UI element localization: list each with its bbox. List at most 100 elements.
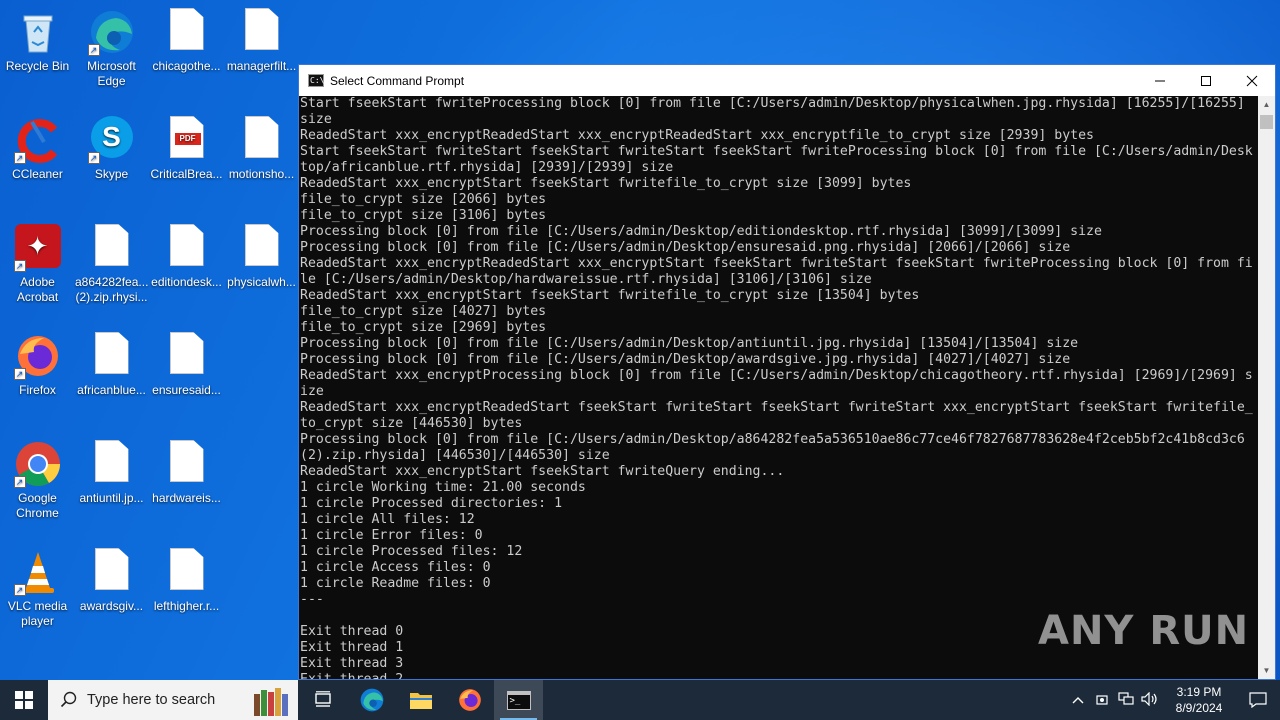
desktop-icon-a864282fea-zip[interactable]: a864282fea... (2).zip.rhysi...	[74, 218, 149, 305]
file-icon	[238, 8, 286, 56]
network-icon[interactable]	[1114, 691, 1138, 709]
watermark-text: ANY RUN	[1038, 608, 1250, 654]
console-line: Processing block [0] from file [C:/Users…	[300, 432, 1245, 447]
taskbar-clock[interactable]: 3:19 PM 8/9/2024	[1162, 684, 1236, 716]
cmd-icon: >_	[506, 690, 531, 710]
console-line: size	[300, 112, 332, 127]
desktop-icon-chicagotheory[interactable]: chicagothe...	[149, 2, 224, 74]
task-view-button[interactable]	[298, 680, 347, 720]
security-tray-icon[interactable]	[1090, 692, 1114, 709]
window-titlebar[interactable]: C:\ Select Command Prompt	[299, 65, 1275, 96]
minimize-button[interactable]	[1137, 65, 1183, 96]
file-icon	[163, 224, 211, 272]
desktop-icon-label: chicagothe...	[152, 59, 221, 73]
desktop-icon-lefthigher[interactable]: lefthigher.r...	[149, 542, 224, 614]
file-icon	[88, 440, 136, 488]
close-icon	[1246, 75, 1258, 86]
maximize-icon	[1201, 75, 1211, 86]
desktop-icon-managerfilter[interactable]: managerfilt...	[224, 2, 299, 74]
desktop-icon-adobe-acrobat[interactable]: ✦ ↗ Adobe Acrobat	[0, 218, 75, 305]
adobe-acrobat-icon: ✦ ↗	[13, 224, 62, 272]
console-line: 1 circle Readme files: 0	[300, 576, 491, 591]
desktop-icon-physicalwhen[interactable]: physicalwh...	[224, 218, 299, 290]
window-title: Select Command Prompt	[330, 73, 465, 88]
console-line: Processing block [0] from file [C:/Users…	[300, 224, 1102, 239]
desktop-icon-skype[interactable]: S ↗ Skype	[74, 110, 149, 182]
desktop-icon-motionshow[interactable]: motionsho...	[224, 110, 299, 182]
desktop-icon-label: CriticalBrea...	[150, 167, 223, 181]
desktop-icon-label: africanblue...	[77, 383, 146, 397]
desktop-icon-recycle-bin[interactable]: Recycle Bin	[0, 2, 75, 74]
desktop-icon-label: ensuresaid...	[152, 383, 221, 397]
system-tray: 3:19 PM 8/9/2024	[1066, 680, 1280, 720]
search-placeholder: Type here to search	[87, 692, 216, 708]
console-line: Processing block [0] from file [C:/Users…	[300, 240, 1071, 255]
console-line: (2).zip.rhysida] [446530]/[446530] size	[300, 448, 610, 463]
desktop-icon-label: editiondesk...	[151, 275, 222, 289]
desktop-icon-editiondesktop[interactable]: editiondesk...	[149, 218, 224, 290]
chrome-icon: ↗	[13, 440, 62, 488]
desktop-icon-antiuntil[interactable]: antiuntil.jp...	[74, 434, 149, 506]
console-line: ReadedStart xxx_encryptReadedStart xxx_e…	[300, 128, 1094, 143]
firefox-icon	[458, 689, 481, 711]
desktop-icon-microsoft-edge[interactable]: ↗ Microsoft Edge	[74, 2, 149, 89]
desktop-icon-hardwareissue[interactable]: hardwareis...	[149, 434, 224, 506]
notification-center-button[interactable]	[1236, 692, 1280, 708]
volume-icon[interactable]	[1138, 691, 1162, 709]
file-icon	[163, 548, 211, 596]
console-line: ReadedStart xxx_encryptProcessing block …	[300, 368, 1253, 383]
search-highlight-books-icon	[250, 686, 294, 716]
start-button[interactable]	[0, 680, 48, 720]
windows-logo-icon	[15, 691, 33, 709]
desktop-icon-africanblue[interactable]: africanblue...	[74, 326, 149, 398]
taskbar-firefox[interactable]	[445, 680, 494, 720]
desktop-icon-ensuresaid[interactable]: ensuresaid...	[149, 326, 224, 398]
desktop-icon-firefox[interactable]: ↗ Firefox	[0, 326, 75, 398]
desktop-icon-google-chrome[interactable]: ↗ Google Chrome	[0, 434, 75, 521]
desktop-icon-vlc[interactable]: ↗ VLC media player	[0, 542, 75, 629]
desktop-icon-label: antiuntil.jp...	[79, 491, 144, 505]
skype-icon: S ↗	[87, 116, 136, 164]
console-line: 1 circle All files: 12	[300, 512, 475, 527]
desktop-icon-label: Recycle Bin	[5, 59, 70, 73]
console-output[interactable]: Start fseekStart fwriteProcessing block …	[299, 96, 1258, 679]
scrollbar-thumb[interactable]	[1260, 115, 1273, 129]
search-icon	[60, 691, 77, 708]
edge-icon: ↗	[87, 8, 136, 56]
close-button[interactable]	[1229, 65, 1275, 96]
taskbar-file-explorer[interactable]	[396, 680, 445, 720]
desktop-icon-awardsgive[interactable]: awardsgiv...	[74, 542, 149, 614]
scroll-down-icon[interactable]: ▼	[1258, 662, 1275, 679]
console-line: ReadedStart xxx_encryptStart fseekStart …	[300, 176, 912, 191]
ccleaner-icon: ↗	[13, 116, 62, 164]
console-line: ReadedStart xxx_encryptReadedStart fseek…	[300, 400, 1253, 415]
task-view-icon	[314, 691, 331, 707]
shortcut-arrow-icon: ↗	[13, 152, 26, 164]
taskbar-edge[interactable]	[347, 680, 396, 720]
console-line: file_to_crypt size [4027] bytes	[300, 304, 547, 319]
desktop-icon-criticalbreak[interactable]: PDF CriticalBrea...	[149, 110, 224, 182]
console-line: Exit thread 2	[300, 672, 1258, 679]
taskbar: Type here to search >_ 3:19 PM 8/9/2024	[0, 680, 1280, 720]
taskbar-search-box[interactable]: Type here to search	[48, 680, 298, 720]
desktop-icon-label: Skype	[94, 167, 129, 181]
command-prompt-window[interactable]: C:\ Select Command Prompt Start fseekSta…	[298, 64, 1276, 680]
console-line: Start fseekStart fwriteStart fseekStart …	[300, 144, 1253, 159]
file-icon	[163, 8, 211, 56]
show-hidden-icons-chevron-icon[interactable]	[1066, 693, 1090, 707]
cmd-app-icon: C:\	[308, 74, 325, 87]
file-icon	[88, 224, 136, 272]
pdf-file-icon: PDF	[163, 116, 211, 164]
maximize-button[interactable]	[1183, 65, 1229, 96]
desktop-icon-label: a864282fea... (2).zip.rhysi...	[75, 275, 149, 304]
file-icon	[88, 332, 136, 380]
desktop-icon-ccleaner[interactable]: ↗ CCleaner	[0, 110, 75, 182]
scroll-up-icon[interactable]: ▲	[1258, 96, 1275, 113]
vertical-scrollbar[interactable]: ▲ ▼	[1258, 96, 1275, 679]
console-line: Processing block [0] from file [C:/Users…	[300, 352, 1071, 367]
desktop-icon-label: awardsgiv...	[79, 599, 144, 613]
taskbar-command-prompt[interactable]: >_	[494, 680, 543, 720]
firefox-icon: ↗	[13, 332, 62, 380]
console-line: file_to_crypt size [2066] bytes	[300, 192, 547, 207]
edge-icon	[360, 688, 383, 712]
